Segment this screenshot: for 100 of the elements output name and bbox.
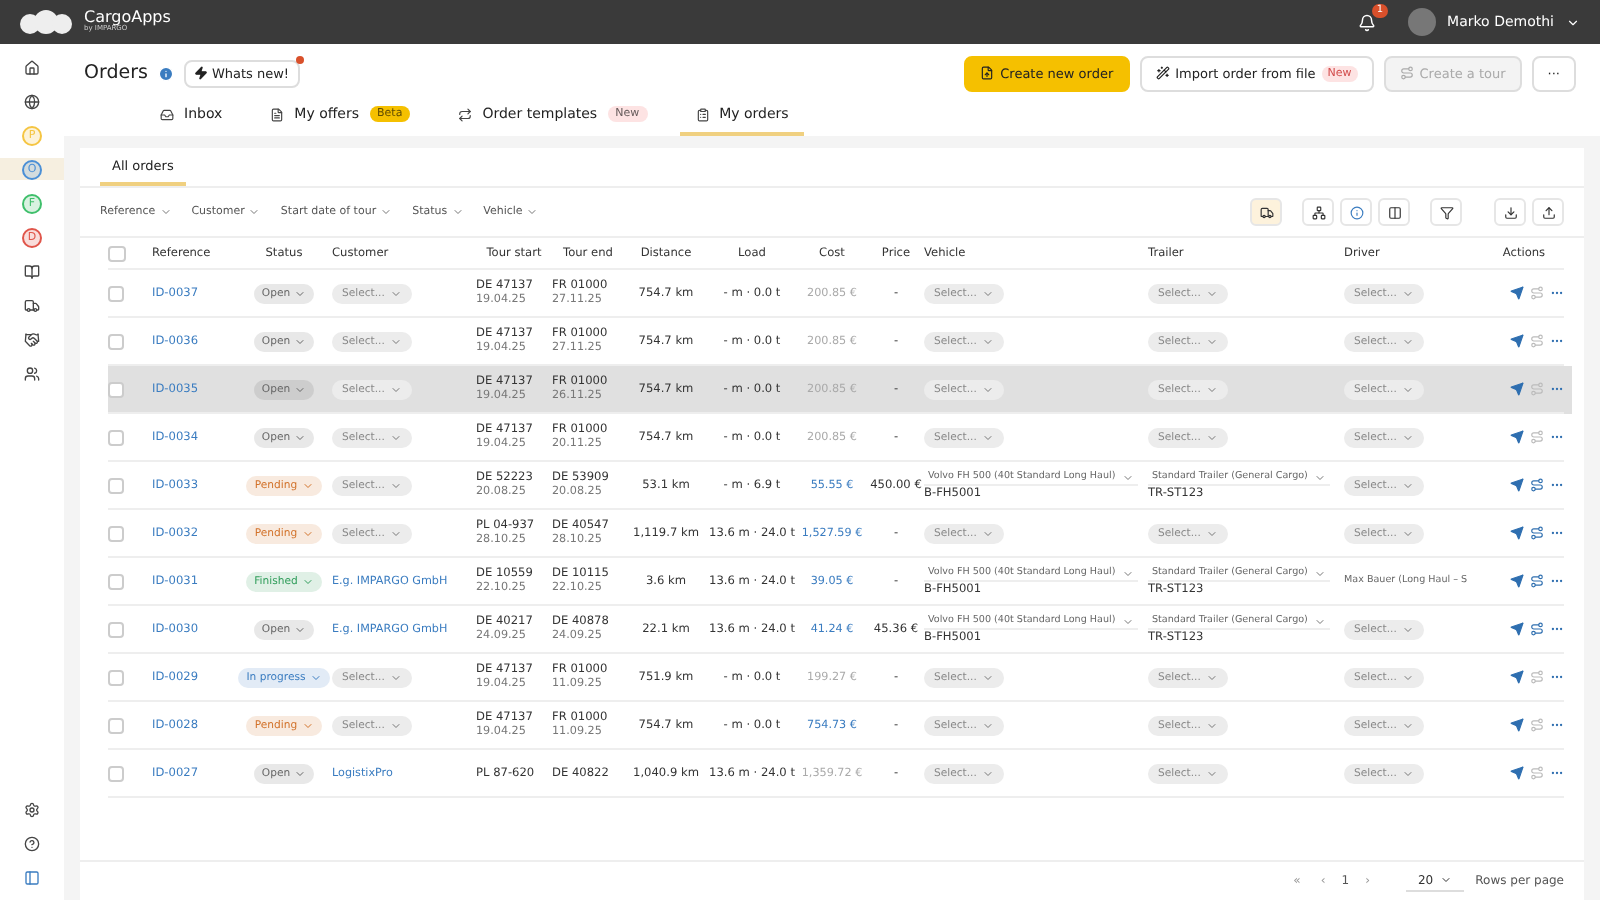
bell-icon[interactable] (1357, 13, 1376, 31)
checkbox[interactable] (108, 333, 124, 349)
caret-icon[interactable] (1566, 15, 1580, 29)
send-button[interactable] (1510, 718, 1524, 732)
info-icon (1349, 205, 1363, 219)
page-title: Orders (84, 62, 148, 84)
repeat-icon (458, 107, 473, 121)
caret-icon (1402, 623, 1415, 635)
checkbox[interactable] (108, 525, 124, 541)
more-icon (1550, 286, 1564, 300)
send-icon (1510, 574, 1524, 588)
send-button[interactable] (1510, 622, 1524, 636)
more-button[interactable] (1550, 286, 1564, 300)
caret-icon (982, 527, 995, 539)
more-button[interactable] (1550, 622, 1564, 636)
caret-icon (380, 206, 393, 218)
caret-icon (294, 383, 307, 395)
route-icon (1530, 574, 1544, 588)
download-icon (1503, 205, 1517, 219)
caret-icon (1313, 615, 1326, 627)
caret-icon (982, 431, 995, 443)
assign-button[interactable] (1530, 478, 1544, 492)
caret-icon (294, 335, 307, 347)
more-button[interactable] (1550, 670, 1564, 684)
checkbox[interactable] (108, 285, 124, 301)
send-button[interactable] (1510, 430, 1524, 444)
route-icon (1530, 430, 1544, 444)
logo-icon (20, 8, 72, 36)
info-icon[interactable] (157, 65, 174, 81)
more-button[interactable] (1550, 718, 1564, 732)
caret-icon (1402, 383, 1415, 395)
caret-icon (1206, 383, 1219, 395)
assign-button[interactable] (1530, 574, 1544, 588)
caret-icon (1206, 431, 1219, 443)
send-button[interactable] (1510, 670, 1524, 684)
caret-icon (1206, 767, 1219, 779)
checkbox[interactable] (108, 765, 124, 781)
toolbar-button[interactable] (1250, 198, 1282, 226)
truck-icon (1259, 205, 1273, 219)
more-icon (1550, 430, 1564, 444)
caret-icon (159, 206, 172, 218)
caret-icon (1402, 767, 1415, 779)
help-icon (24, 835, 40, 851)
caret-icon (526, 206, 539, 218)
assign-button[interactable] (1530, 622, 1544, 636)
send-button[interactable] (1510, 478, 1524, 492)
user-avatar[interactable] (1407, 8, 1436, 36)
home-icon (24, 59, 40, 75)
toolbar-button[interactable] (1302, 198, 1334, 226)
caret-icon (390, 719, 403, 731)
caret-icon (982, 767, 995, 779)
caret-icon (1402, 527, 1415, 539)
filter-icon (1439, 205, 1453, 219)
book-icon (24, 263, 40, 279)
more-icon (1550, 334, 1564, 348)
caret-icon (451, 206, 464, 218)
toolbar-button[interactable] (1532, 198, 1564, 226)
checkbox[interactable] (108, 621, 124, 637)
assign-button[interactable] (1530, 526, 1544, 540)
toolbar-button[interactable] (1494, 198, 1526, 226)
send-button[interactable] (1510, 382, 1524, 396)
route-icon (1530, 526, 1544, 540)
more-button[interactable] (1550, 478, 1564, 492)
send-icon (1510, 334, 1524, 348)
caret-icon (982, 335, 995, 347)
checkbox[interactable] (108, 573, 124, 589)
more-button[interactable] (1550, 430, 1564, 444)
send-button[interactable] (1510, 526, 1524, 540)
checkbox[interactable] (108, 381, 124, 397)
globe-icon (24, 93, 40, 109)
send-button[interactable] (1510, 574, 1524, 588)
caret-icon (301, 479, 314, 491)
checkbox[interactable] (108, 245, 126, 261)
send-icon (1510, 718, 1524, 732)
route-icon (1530, 766, 1544, 780)
toolbar-button[interactable] (1430, 198, 1462, 226)
more-button[interactable] (1550, 526, 1564, 540)
send-button[interactable] (1510, 286, 1524, 300)
send-icon (1510, 670, 1524, 684)
checkbox[interactable] (108, 429, 124, 445)
more-button[interactable] (1550, 334, 1564, 348)
more-icon (1550, 718, 1564, 732)
checkbox[interactable] (108, 477, 124, 493)
more-button[interactable] (1550, 766, 1564, 780)
route-icon (1530, 286, 1544, 300)
checkbox[interactable] (108, 669, 124, 685)
checkbox[interactable] (108, 717, 124, 733)
caret-icon (1402, 719, 1415, 731)
caret-icon (1402, 335, 1415, 347)
caret-icon (1402, 431, 1415, 443)
more-button[interactable] (1550, 382, 1564, 396)
more-button[interactable] (1550, 574, 1564, 588)
users-icon (24, 365, 40, 381)
route-icon (1399, 66, 1414, 80)
send-button[interactable] (1510, 334, 1524, 348)
caret-icon (982, 383, 995, 395)
toolbar-button[interactable] (1378, 198, 1410, 226)
send-button[interactable] (1510, 766, 1524, 780)
caret-icon (390, 671, 403, 683)
file-icon (980, 66, 995, 80)
